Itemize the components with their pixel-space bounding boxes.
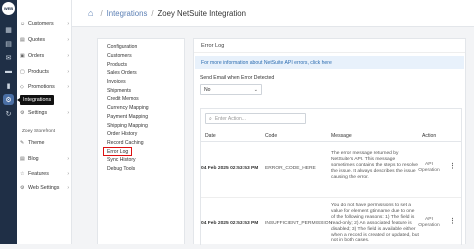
integrations-icon[interactable]: ⚙ (3, 94, 14, 105)
row-message: The error message returned by NetSuite's… (331, 151, 418, 180)
chevron-right-icon: › (67, 110, 69, 116)
menu-item-features[interactable]: ☆ Features › (17, 169, 72, 179)
breadcrumb: ⌂ / Integrations / Zoey NetSuite Integra… (72, 0, 474, 27)
email-setting-select[interactable]: No ⌄ (200, 84, 262, 95)
menu-item-promotions[interactable]: ◇ Promotions › (17, 82, 72, 92)
nav-shipments[interactable]: Shipments (98, 86, 184, 95)
menu-item-blog[interactable]: ▤ Blog › (17, 154, 72, 164)
dashboard-icon[interactable]: ▦ (3, 24, 14, 35)
chevron-right-icon: › (67, 185, 69, 191)
nav-products[interactable]: Products (98, 60, 184, 69)
column-date[interactable]: Date (205, 133, 216, 139)
nav-sync-history[interactable]: Sync History (98, 156, 184, 165)
nav-customers[interactable]: Customers (98, 52, 184, 61)
column-action[interactable]: Action (422, 133, 436, 139)
quote-icon: ▤ (20, 37, 25, 43)
column-message[interactable]: Message (331, 133, 352, 139)
chart-icon[interactable]: ▮ (3, 80, 14, 91)
menu-item-products[interactable]: ▢ Products › (17, 67, 72, 77)
menu-item-customers[interactable]: ☺ Customers › (17, 19, 72, 29)
chevron-right-icon: › (67, 84, 69, 90)
nav-configuration[interactable]: Configuration (98, 43, 184, 52)
nav-order-history[interactable]: Order History (98, 130, 184, 139)
gear-icon: ⚙ (20, 185, 25, 191)
row-action: API Operation (418, 162, 440, 173)
chevron-right-icon: › (67, 69, 69, 75)
row-code: ERROR_CODE_HERE (265, 166, 316, 171)
table-row: 04 Feb 2025 02:53:53 PM INSUFFICIENT_PER… (201, 199, 461, 249)
table-row: 04 Feb 2025 02:53:53 PM ERROR_CODE_HERE … (201, 146, 461, 198)
table-header: Date Code Message Action (201, 131, 461, 142)
home-icon[interactable]: ⌂ (88, 8, 93, 18)
tag-icon: ◇ (20, 84, 24, 90)
blog-icon: ▤ (20, 156, 25, 162)
main-menu: ☺ Customers › ▤ Quotes › ▣ Orders › ▢ Products ›… (17, 0, 72, 244)
nav-shipping-mapping[interactable]: Shipping Mapping (98, 121, 184, 130)
column-code[interactable]: Code (265, 133, 277, 139)
brush-icon: ✎ (20, 140, 25, 146)
cart-icon: ▣ (20, 53, 25, 59)
users-icon: ☺ (20, 21, 26, 27)
chevron-right-icon: › (67, 171, 69, 177)
nav-invoices[interactable]: Invoices (98, 78, 184, 87)
app-logo[interactable]: WEB (2, 2, 15, 15)
nav-currency-mapping[interactable]: Currency Mapping (98, 104, 184, 113)
error-log-panel: Error Log For more information about Net… (193, 38, 466, 245)
info-banner[interactable]: For more information about NetSuite API … (195, 56, 464, 69)
menu-item-web-settings[interactable]: ⚙ Web Settings › (17, 183, 72, 193)
row-message: You do not have permissions to set a val… (331, 203, 419, 244)
more-options-icon[interactable]: ⋮ (449, 217, 456, 225)
star-icon: ☆ (20, 171, 25, 177)
box-icon: ▢ (20, 69, 25, 75)
menu-item-settings[interactable]: ⚙ Settings › (17, 108, 72, 118)
email-setting-label: Send Email when Error Detected (200, 75, 275, 81)
row-date: 04 Feb 2025 02:53:53 PM (201, 221, 259, 226)
breadcrumb-separator: / (151, 8, 154, 18)
icon-rail: WEB ▦ ▤ ✉ ▬ ▮ ⚙ ↻ (0, 0, 17, 244)
menu-item-quotes[interactable]: ▤ Quotes › (17, 35, 72, 45)
row-code: INSUFFICIENT_PERMISSION (265, 221, 333, 226)
integrations-tooltip: Integrations (16, 95, 55, 105)
storefront-label: Zoey Storefront (22, 128, 56, 134)
search-icon: ⌕ (209, 115, 212, 122)
nav-payment-mapping[interactable]: Payment Mapping (98, 113, 184, 122)
chevron-right-icon: › (67, 37, 69, 43)
chevron-right-icon: › (67, 53, 69, 59)
row-action: API Operation (418, 217, 440, 228)
chevron-right-icon: › (67, 21, 69, 27)
nav-sales-orders[interactable]: Sales Orders (98, 69, 184, 78)
nav-credit-memos[interactable]: Credit Memos (98, 95, 184, 104)
chevron-down-icon: ⌄ (253, 86, 258, 93)
nav-debug-tools[interactable]: Debug Tools (98, 165, 184, 174)
document-icon[interactable]: ▤ (3, 38, 14, 49)
sync-icon[interactable]: ↻ (3, 108, 14, 119)
menu-item-theme[interactable]: ✎ Theme (17, 138, 72, 148)
chevron-right-icon: › (67, 156, 69, 162)
error-table: ⌕ Enter Action... Date Code Message Acti… (200, 108, 462, 245)
mail-icon[interactable]: ✉ (3, 52, 14, 63)
menu-item-orders[interactable]: ▣ Orders › (17, 51, 72, 61)
folder-icon[interactable]: ▬ (3, 66, 14, 77)
page-title: Zoey NetSuite Integration (157, 8, 246, 18)
more-options-icon[interactable]: ⋮ (449, 162, 456, 170)
nav-record-caching[interactable]: Record Caching (98, 139, 184, 148)
breadcrumb-separator: / (100, 8, 103, 18)
search-input[interactable]: ⌕ Enter Action... (205, 113, 306, 124)
integration-settings-nav: Configuration Customers Products Sales O… (97, 38, 185, 244)
panel-title: Error Log (194, 39, 465, 53)
gear-icon: ⚙ (20, 110, 25, 116)
row-date: 04 Feb 2025 02:53:53 PM (201, 166, 259, 171)
nav-error-log[interactable]: Error Log (103, 147, 132, 156)
breadcrumb-integrations[interactable]: Integrations (107, 9, 148, 18)
